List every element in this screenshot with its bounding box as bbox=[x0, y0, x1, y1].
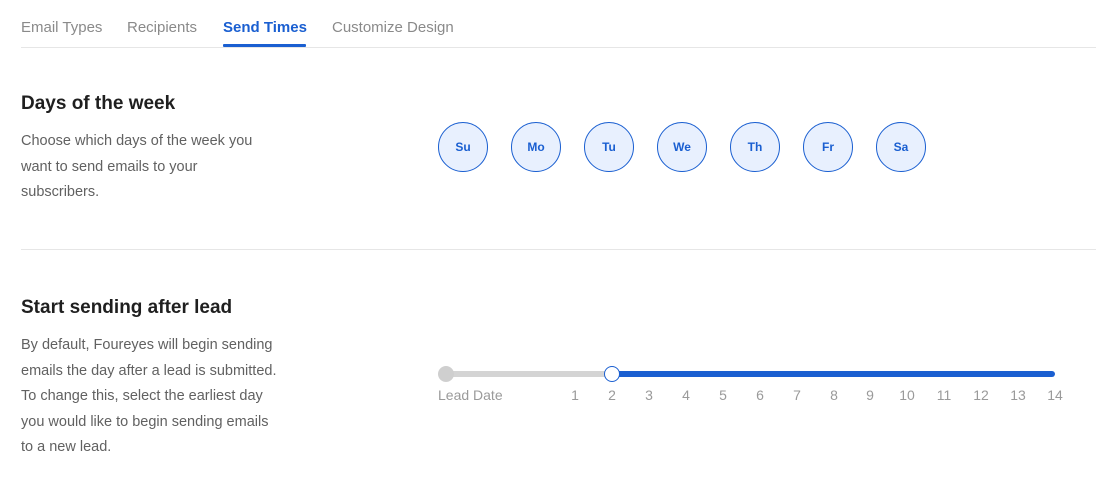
slider-handle[interactable] bbox=[604, 366, 620, 382]
lead-description-line: To change this, select the earliest day bbox=[21, 388, 263, 404]
day-toggle-sunday[interactable]: Su bbox=[438, 122, 488, 172]
day-toggle-tuesday[interactable]: Tu bbox=[584, 122, 634, 172]
slider-tick-label: 10 bbox=[899, 387, 915, 403]
tab-bar: Email Types Recipients Send Times Custom… bbox=[21, 0, 1096, 48]
slider-tick-label: 4 bbox=[682, 387, 690, 403]
slider-tick-label: 11 bbox=[936, 387, 952, 403]
tab-send-times[interactable]: Send Times bbox=[223, 19, 307, 36]
slider-tick-label: 12 bbox=[973, 387, 989, 403]
slider-start-dot bbox=[438, 366, 454, 382]
slider-tick-label: 7 bbox=[793, 387, 801, 403]
lead-description-line: By default, Foureyes will begin sending bbox=[21, 337, 273, 353]
tab-customize-design[interactable]: Customize Design bbox=[332, 19, 454, 36]
slider-tick-label: 8 bbox=[830, 387, 838, 403]
start-day-slider[interactable]: Lead Date 1 2 3 4 5 6 7 8 9 10 11 12 13 … bbox=[438, 362, 1068, 412]
day-toggle-wednesday[interactable]: We bbox=[657, 122, 707, 172]
days-section-title: Days of the week bbox=[21, 93, 176, 114]
lead-description-line: emails the day after a lead is submitted… bbox=[21, 362, 277, 379]
slider-track-inactive[interactable] bbox=[446, 371, 612, 377]
lead-section-title: Start sending after lead bbox=[21, 297, 233, 318]
active-tab-indicator bbox=[223, 44, 306, 47]
slider-tick-label: 9 bbox=[866, 387, 874, 403]
slider-tick-label: 3 bbox=[645, 387, 653, 403]
day-toggle-thursday[interactable]: Th bbox=[730, 122, 780, 172]
day-toggle-monday[interactable]: Mo bbox=[511, 122, 561, 172]
days-description-line: want to send emails to your bbox=[21, 158, 198, 175]
tab-recipients[interactable]: Recipients bbox=[127, 19, 197, 36]
slider-tick-label: 5 bbox=[719, 387, 727, 403]
section-divider bbox=[21, 249, 1096, 250]
slider-track-active[interactable] bbox=[612, 371, 1055, 377]
days-section-description: Choose which days of the week you want t… bbox=[21, 129, 252, 206]
day-toggle-friday[interactable]: Fr bbox=[803, 122, 853, 172]
lead-description-line: you would like to begin sending emails bbox=[21, 413, 269, 430]
tab-email-types[interactable]: Email Types bbox=[21, 19, 102, 36]
lead-section-description: By default, Foureyes will begin sending … bbox=[21, 333, 277, 461]
slider-tick-label-lead-date: Lead Date bbox=[438, 387, 503, 403]
slider-tick-label: 13 bbox=[1010, 387, 1026, 403]
day-toggle-saturday[interactable]: Sa bbox=[876, 122, 926, 172]
slider-tick-label: 1 bbox=[571, 387, 579, 403]
lead-description-line: to a new lead. bbox=[21, 439, 112, 455]
days-description-line: subscribers. bbox=[21, 184, 100, 200]
slider-tick-label: 2 bbox=[608, 387, 616, 403]
slider-tick-label: 14 bbox=[1047, 387, 1063, 403]
days-description-line: Choose which days of the week you bbox=[21, 133, 253, 149]
slider-tick-label: 6 bbox=[756, 387, 764, 403]
